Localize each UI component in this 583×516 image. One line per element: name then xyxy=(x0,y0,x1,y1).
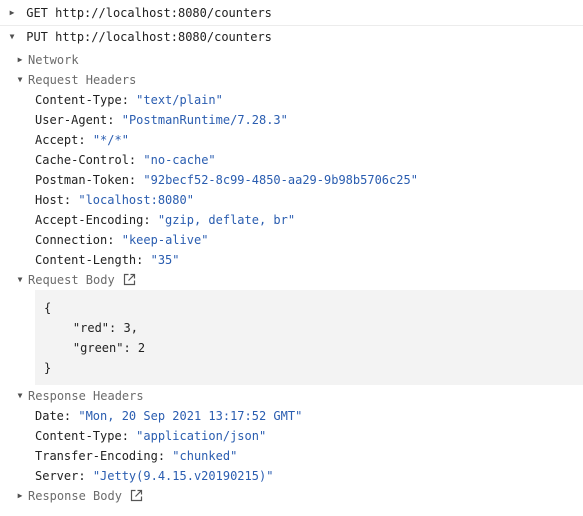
collapse-arrow-icon: ▼ xyxy=(17,275,23,284)
section-request-headers[interactable]: ▼ Request Headers xyxy=(14,70,137,90)
header-value: "gzip, deflate, br" xyxy=(157,213,296,227)
header-row: Cache-Control: "no-cache" xyxy=(35,150,216,170)
request-put-counters[interactable]: ▼ PUT http://localhost:8080/counters xyxy=(0,27,583,47)
collapse-arrow-icon: ▼ xyxy=(9,32,15,41)
header-value: "no-cache" xyxy=(143,153,216,167)
header-key: Postman-Token: xyxy=(35,173,137,187)
header-row: Content-Length: "35" xyxy=(35,250,180,270)
body-code-line: "green": 2 xyxy=(44,341,146,355)
header-value: "PostmanRuntime/7.28.3" xyxy=(121,113,288,127)
header-row: Accept: "*/*" xyxy=(35,130,129,150)
body-code-line: } xyxy=(44,361,52,375)
divider xyxy=(0,25,583,26)
request-method: PUT xyxy=(26,30,48,44)
header-value: "text/plain" xyxy=(136,93,223,107)
header-value: "92becf52-8c99-4850-aa29-9b98b5706c25" xyxy=(143,173,418,187)
expand-arrow-icon: ▶ xyxy=(17,491,23,500)
section-label: Response Body xyxy=(28,489,122,503)
header-row: Transfer-Encoding: "chunked" xyxy=(35,446,237,466)
header-value: "keep-alive" xyxy=(121,233,209,247)
header-key: Connection: xyxy=(35,233,115,247)
open-external-icon[interactable] xyxy=(123,273,136,286)
section-label: Request Headers xyxy=(28,73,137,87)
body-code-line: { xyxy=(44,301,52,315)
header-row: Postman-Token: "92becf52-8c99-4850-aa29-… xyxy=(35,170,418,190)
header-key: Accept: xyxy=(35,133,86,147)
header-key: Content-Type: xyxy=(35,429,129,443)
header-row: Connection: "keep-alive" xyxy=(35,230,208,250)
header-key: User-Agent: xyxy=(35,113,115,127)
collapse-arrow-icon: ▼ xyxy=(17,75,23,84)
section-label: Response Headers xyxy=(28,389,144,403)
section-network[interactable]: ▶ Network xyxy=(14,50,79,70)
header-key: Server: xyxy=(35,469,86,483)
header-row: Content-Type: "text/plain" xyxy=(35,90,223,110)
collapse-arrow-icon: ▼ xyxy=(17,391,23,400)
header-value: "localhost:8080" xyxy=(78,193,194,207)
header-value: "35" xyxy=(150,253,180,267)
header-row: Date: "Mon, 20 Sep 2021 13:17:52 GMT" xyxy=(35,406,302,426)
header-row: Server: "Jetty(9.4.15.v20190215)" xyxy=(35,466,273,486)
request-url: http://localhost:8080/counters xyxy=(55,30,272,44)
header-value: "chunked" xyxy=(172,449,238,463)
header-value: "Jetty(9.4.15.v20190215)" xyxy=(92,469,274,483)
header-value: "*/*" xyxy=(92,133,129,147)
header-row: Content-Type: "application/json" xyxy=(35,426,266,446)
header-row: Host: "localhost:8080" xyxy=(35,190,194,210)
header-value: "application/json" xyxy=(136,429,267,443)
section-response-body[interactable]: ▶ Response Body xyxy=(14,486,143,506)
body-code-line: "red": 3, xyxy=(44,321,138,335)
header-key: Transfer-Encoding: xyxy=(35,449,166,463)
open-external-icon[interactable] xyxy=(130,489,143,502)
section-request-body[interactable]: ▼ Request Body xyxy=(14,270,136,290)
header-key: Content-Type: xyxy=(35,93,129,107)
section-label: Network xyxy=(28,53,79,67)
request-url: http://localhost:8080/counters xyxy=(55,6,272,20)
expand-arrow-icon: ▶ xyxy=(17,55,23,64)
header-key: Host: xyxy=(35,193,72,207)
request-method: GET xyxy=(26,6,48,20)
header-key: Cache-Control: xyxy=(35,153,137,167)
header-key: Date: xyxy=(35,409,72,423)
header-value: "Mon, 20 Sep 2021 13:17:52 GMT" xyxy=(78,409,303,423)
header-row: Accept-Encoding: "gzip, deflate, br" xyxy=(35,210,295,230)
request-get-counters[interactable]: ▶ GET http://localhost:8080/counters xyxy=(0,3,583,23)
section-label: Request Body xyxy=(28,273,115,287)
header-key: Accept-Encoding: xyxy=(35,213,151,227)
section-response-headers[interactable]: ▼ Response Headers xyxy=(14,386,144,406)
expand-arrow-icon: ▶ xyxy=(9,8,15,17)
header-key: Content-Length: xyxy=(35,253,144,267)
header-row: User-Agent: "PostmanRuntime/7.28.3" xyxy=(35,110,288,130)
